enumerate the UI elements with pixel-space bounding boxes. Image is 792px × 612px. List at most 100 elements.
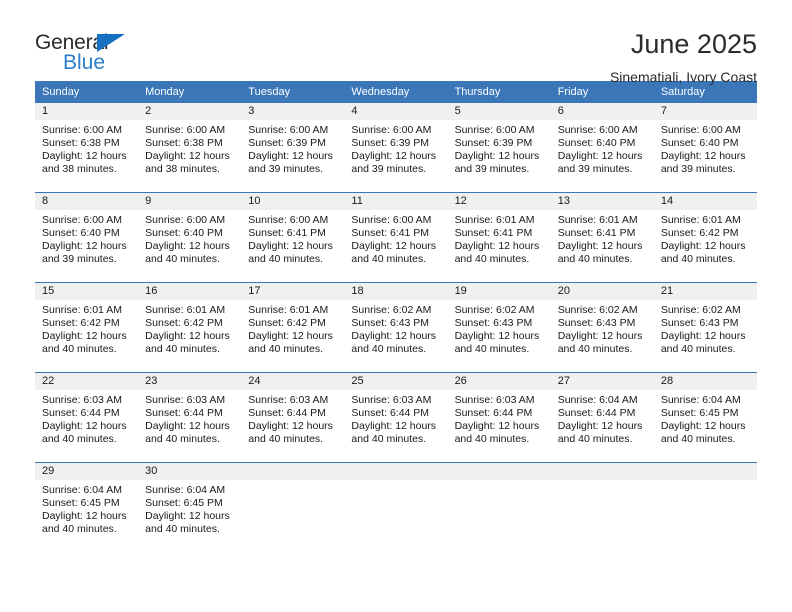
daylight-text-line1: Daylight: 12 hours [454,240,540,252]
day-details: Sunrise: 6:01 AM Sunset: 6:42 PM Daylight:… [35,300,138,356]
calendar-day-cell[interactable]: 30 Sunrise: 6:04 AM Sunset: 6:45 PM Dayligh… [138,462,242,552]
calendar-day-cell[interactable]: 21 Sunrise: 6:02 AM Sunset: 6:43 PM Dayligh… [653,282,757,373]
day-details: Sunrise: 6:00 AM Sunset: 6:40 PM Daylight:… [654,120,757,176]
day-details: Sunrise: 6:01 AM Sunset: 6:42 PM Daylight:… [241,300,344,356]
calendar-day-cell[interactable]: 14 Sunrise: 6:01 AM Sunset: 6:42 PM Dayligh… [653,192,757,283]
sunrise-text: Sunrise: 6:01 AM [248,304,329,316]
day-details: Sunrise: 6:03 AM Sunset: 6:44 PM Daylight:… [241,390,344,446]
daylight-text-line1: Daylight: 12 hours [660,240,746,252]
calendar-day-cell[interactable]: 15 Sunrise: 6:01 AM Sunset: 6:42 PM Dayligh… [35,282,139,373]
daylight-text-line1: Daylight: 12 hours [145,510,230,522]
calendar-day-cell[interactable]: 12 Sunrise: 6:01 AM Sunset: 6:41 PM Dayligh… [447,192,551,283]
weekday-header-sunday: Sunday [35,81,139,103]
day-number: 17 [241,283,345,300]
calendar-day-cell[interactable]: 10 Sunrise: 6:00 AM Sunset: 6:41 PM Dayligh… [241,192,345,283]
sunset-text: Sunset: 6:41 PM [351,227,430,239]
sunset-text: Sunset: 6:40 PM [42,227,120,239]
daylight-text-line2: and 40 minutes. [351,433,427,445]
day-details: Sunrise: 6:00 AM Sunset: 6:39 PM Daylight:… [448,120,551,176]
daylight-text-line1: Daylight: 12 hours [248,240,333,252]
daylight-text-line2: and 39 minutes. [42,253,117,265]
day-number: 16 [138,283,242,300]
day-number [344,463,448,480]
sunrise-text: Sunrise: 6:03 AM [351,394,432,406]
day-details: Sunrise: 6:00 AM Sunset: 6:41 PM Daylight:… [241,210,344,266]
daylight-text-line2: and 40 minutes. [660,433,736,445]
sunset-text: Sunset: 6:44 PM [248,407,326,419]
day-details: Sunrise: 6:02 AM Sunset: 6:43 PM Daylight:… [344,300,447,356]
calendar-day-cell[interactable]: 19 Sunrise: 6:02 AM Sunset: 6:43 PM Dayligh… [447,282,551,373]
daylight-text-line1: Daylight: 12 hours [351,150,437,162]
day-number: 24 [241,373,345,390]
daylight-text-line1: Daylight: 12 hours [351,420,437,432]
calendar-day-cell[interactable]: 3 Sunrise: 6:00 AM Sunset: 6:39 PM Daylight… [241,103,345,193]
day-details: Sunrise: 6:00 AM Sunset: 6:40 PM Daylight:… [551,120,654,176]
calendar-day-cell[interactable]: 29 Sunrise: 6:04 AM Sunset: 6:45 PM Dayligh… [35,462,139,552]
calendar-week-row: 15 Sunrise: 6:01 AM Sunset: 6:42 PM Dayligh… [35,282,757,373]
day-number: 12 [447,193,551,210]
day-details: Sunrise: 6:04 AM Sunset: 6:45 PM Daylight:… [654,390,757,446]
daylight-text-line1: Daylight: 12 hours [557,330,643,342]
sunrise-text: Sunrise: 6:01 AM [660,214,741,226]
calendar-day-cell[interactable]: 6 Sunrise: 6:00 AM Sunset: 6:40 PM Daylight… [550,103,654,193]
calendar-day-cell[interactable]: 22 Sunrise: 6:03 AM Sunset: 6:44 PM Dayligh… [35,372,139,463]
sunrise-text: Sunrise: 6:03 AM [145,394,226,406]
sunset-text: Sunset: 6:41 PM [248,227,326,239]
calendar-day-cell[interactable]: 24 Sunrise: 6:03 AM Sunset: 6:44 PM Dayligh… [241,372,345,463]
calendar-day-cell[interactable]: 8 Sunrise: 6:00 AM Sunset: 6:40 PM Daylight… [35,192,139,283]
sunrise-text: Sunrise: 6:00 AM [145,214,226,226]
sunset-text: Sunset: 6:42 PM [145,317,223,329]
sunrise-sunset-calendar: Sunday Monday Tuesday Wednesday Thursday… [35,81,757,552]
calendar-day-cell[interactable]: 11 Sunrise: 6:00 AM Sunset: 6:41 PM Dayligh… [344,192,448,283]
calendar-day-cell[interactable]: 9 Sunrise: 6:00 AM Sunset: 6:40 PM Daylight… [138,192,242,283]
sunset-text: Sunset: 6:38 PM [42,137,120,149]
day-details: Sunrise: 6:01 AM Sunset: 6:41 PM Daylight:… [448,210,551,266]
sunrise-text: Sunrise: 6:01 AM [557,214,638,226]
day-details: Sunrise: 6:00 AM Sunset: 6:41 PM Daylight:… [344,210,447,266]
day-number: 8 [35,193,139,210]
calendar-day-cell[interactable]: 1 Sunrise: 6:00 AM Sunset: 6:38 PM Daylight… [35,103,139,193]
calendar-day-cell[interactable]: 16 Sunrise: 6:01 AM Sunset: 6:42 PM Dayligh… [138,282,242,373]
day-details: Sunrise: 6:00 AM Sunset: 6:38 PM Daylight:… [138,120,241,176]
calendar-day-cell[interactable]: 4 Sunrise: 6:00 AM Sunset: 6:39 PM Daylight… [344,103,448,193]
day-number: 5 [447,103,551,120]
calendar-day-cell[interactable]: 23 Sunrise: 6:03 AM Sunset: 6:44 PM Dayligh… [138,372,242,463]
daylight-text-line1: Daylight: 12 hours [42,510,127,522]
calendar-day-cell[interactable]: 28 Sunrise: 6:04 AM Sunset: 6:45 PM Dayligh… [653,372,757,463]
daylight-text-line2: and 38 minutes. [42,163,117,175]
day-number: 3 [241,103,345,120]
calendar-day-cell[interactable]: 20 Sunrise: 6:02 AM Sunset: 6:43 PM Dayligh… [550,282,654,373]
general-blue-logo[interactable]: General Blue [35,30,155,82]
calendar-day-cell-empty [653,462,757,552]
title-block: June 2025 Sinematiali, Ivory Coast [610,29,757,84]
sunrise-text: Sunrise: 6:00 AM [248,214,329,226]
day-details: Sunrise: 6:04 AM Sunset: 6:44 PM Daylight:… [551,390,654,446]
calendar-day-cell[interactable]: 13 Sunrise: 6:01 AM Sunset: 6:41 PM Dayligh… [550,192,654,283]
calendar-day-cell[interactable]: 2 Sunrise: 6:00 AM Sunset: 6:38 PM Daylight… [138,103,242,193]
daylight-text-line2: and 40 minutes. [660,253,736,265]
daylight-text-line2: and 40 minutes. [454,433,530,445]
day-number: 28 [653,373,757,390]
daylight-text-line1: Daylight: 12 hours [557,240,643,252]
calendar-day-cell-empty [447,462,551,552]
daylight-text-line2: and 40 minutes. [248,253,323,265]
day-details: Sunrise: 6:02 AM Sunset: 6:43 PM Daylight:… [654,300,757,356]
weekday-header-tuesday: Tuesday [241,81,345,103]
calendar-day-cell-empty [241,462,345,552]
calendar-day-cell[interactable]: 27 Sunrise: 6:04 AM Sunset: 6:44 PM Dayligh… [550,372,654,463]
day-number: 27 [550,373,654,390]
day-number: 1 [35,103,139,120]
sunrise-text: Sunrise: 6:00 AM [351,214,432,226]
calendar-day-cell[interactable]: 17 Sunrise: 6:01 AM Sunset: 6:42 PM Dayligh… [241,282,345,373]
daylight-text-line2: and 39 minutes. [660,163,736,175]
day-number: 6 [550,103,654,120]
calendar-day-cell[interactable]: 7 Sunrise: 6:00 AM Sunset: 6:40 PM Daylight… [653,103,757,193]
calendar-day-cell[interactable]: 26 Sunrise: 6:03 AM Sunset: 6:44 PM Dayligh… [447,372,551,463]
sunset-text: Sunset: 6:45 PM [660,407,739,419]
calendar-day-cell[interactable]: 18 Sunrise: 6:02 AM Sunset: 6:43 PM Dayligh… [344,282,448,373]
calendar-day-cell[interactable]: 5 Sunrise: 6:00 AM Sunset: 6:39 PM Daylight… [447,103,551,193]
calendar-week-row: 29 Sunrise: 6:04 AM Sunset: 6:45 PM Dayligh… [35,462,757,552]
day-number: 21 [653,283,757,300]
daylight-text-line1: Daylight: 12 hours [454,330,540,342]
calendar-day-cell[interactable]: 25 Sunrise: 6:03 AM Sunset: 6:44 PM Dayligh… [344,372,448,463]
